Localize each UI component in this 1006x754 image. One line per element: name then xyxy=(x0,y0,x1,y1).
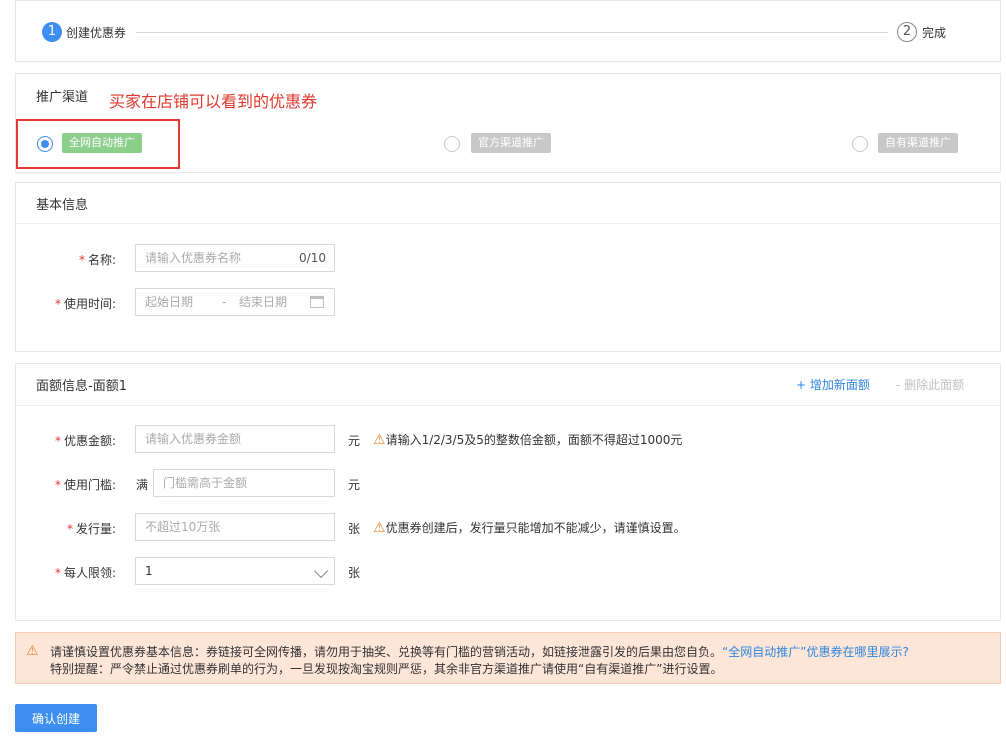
notice-banner: ⚠ 请谨慎设置优惠券基本信息：券链接可全网传播，请勿用于抽奖、兑换等有门槛的营销… xyxy=(15,632,1001,684)
time-label-text: 使用时间: xyxy=(63,297,116,311)
channel-title: 推广渠道 xyxy=(36,90,89,105)
step1-number: 1 xyxy=(42,22,62,42)
issue-label-text: 发行量: xyxy=(75,522,116,536)
amount-placeholder: 请输入优惠券金额 xyxy=(145,432,242,446)
calendar-icon xyxy=(310,296,324,308)
name-label: * 名称: xyxy=(78,253,116,267)
start-date-placeholder: 起始日期 xyxy=(145,295,194,309)
add-face-value-link[interactable]: + 增加新面额 xyxy=(796,376,870,393)
face-value-divider xyxy=(16,405,1000,406)
channel-radio-official[interactable] xyxy=(444,136,460,152)
step1-label: 创建优惠券 xyxy=(66,26,127,40)
name-placeholder: 请输入优惠券名称 xyxy=(145,251,242,265)
confirm-create-button[interactable]: 确认创建 xyxy=(15,704,97,732)
warning-icon: ⚠ xyxy=(373,432,386,448)
amount-hint-text: 请输入1/2/3/5及5的整数倍金额，面额不得超过1000元 xyxy=(385,433,683,447)
threshold-placeholder: 门槛需高于金额 xyxy=(163,476,248,490)
threshold-unit: 元 xyxy=(348,478,361,492)
limit-label: * 每人限领: xyxy=(54,566,116,580)
threshold-label-text: 使用门槛: xyxy=(63,478,116,492)
issue-unit: 张 xyxy=(348,522,361,536)
date-range-input[interactable]: 起始日期 - 结束日期 xyxy=(135,288,335,316)
basic-info-divider xyxy=(16,223,1000,224)
channel-radio-own[interactable] xyxy=(852,136,868,152)
limit-value: 1 xyxy=(145,564,153,578)
threshold-label: * 使用门槛: xyxy=(54,478,116,492)
limit-label-text: 每人限领: xyxy=(63,566,116,580)
face-value-title: 面额信息-面额1 xyxy=(36,379,127,394)
issue-hint-text: 优惠券创建后，发行量只能增加不能减少，请谨慎设置。 xyxy=(385,521,686,535)
limit-unit: 张 xyxy=(348,566,361,580)
issue-placeholder: 不超过10万张 xyxy=(145,520,221,534)
channel-chip-own[interactable]: 自有渠道推广 xyxy=(878,133,958,153)
warning-icon: ⚠ xyxy=(373,520,386,536)
basic-info-section: 基本信息 * 名称: 请输入优惠券名称 0/10 * 使用时间: 起始日期 - 结束… xyxy=(15,182,1001,352)
annotation-text: 买家在店铺可以看到的优惠券 xyxy=(109,92,318,111)
name-input[interactable]: 请输入优惠券名称 0/10 xyxy=(135,244,335,272)
name-label-text: 名称: xyxy=(87,253,116,267)
channel-section: 推广渠道 买家在店铺可以看到的优惠券 全网自动推广 官方渠道推广 自有渠道推广 xyxy=(15,73,1001,173)
end-date-placeholder: 结束日期 xyxy=(239,295,288,309)
channel-chip-auto[interactable]: 全网自动推广 xyxy=(62,133,142,153)
warning-icon: ⚠ xyxy=(26,643,39,659)
notice-line1-text: 请谨慎设置优惠券基本信息：券链接可全网传播，请勿用于抽奖、兑换等有门槛的营销活动… xyxy=(50,645,723,659)
delete-face-value-link[interactable]: - 删除此面额 xyxy=(896,376,964,393)
amount-label: * 优惠金额: xyxy=(54,434,116,448)
notice-line2: 特别提醒：严令禁止通过优惠券刷单的行为，一旦发现按淘宝规则严惩，其余非官方渠道推… xyxy=(50,662,723,676)
threshold-prefix: 满 xyxy=(136,478,149,492)
name-counter: 0/10 xyxy=(299,251,326,265)
amount-hint: ⚠请输入1/2/3/5及5的整数倍金额，面额不得超过1000元 xyxy=(373,431,682,448)
channel-radio-auto[interactable] xyxy=(37,136,53,152)
amount-label-text: 优惠金额: xyxy=(63,434,116,448)
auto-promo-help-link[interactable]: “全网自动推广”优惠券在哪里展示? xyxy=(722,645,909,659)
step2-number: 2 xyxy=(897,22,917,42)
channel-chip-official[interactable]: 官方渠道推广 xyxy=(471,133,551,153)
notice-line1: 请谨慎设置优惠券基本信息：券链接可全网传播，请勿用于抽奖、兑换等有门槛的营销活动… xyxy=(50,643,909,660)
time-label: * 使用时间: xyxy=(54,297,116,311)
step2-label: 完成 xyxy=(922,26,947,40)
step-connector xyxy=(136,32,888,33)
limit-select[interactable]: 1 xyxy=(135,557,335,585)
amount-unit: 元 xyxy=(348,434,361,448)
basic-info-title: 基本信息 xyxy=(36,198,89,213)
issue-label: * 发行量: xyxy=(66,522,116,536)
chevron-down-icon xyxy=(313,563,329,579)
date-separator: - xyxy=(222,295,227,309)
issue-input[interactable]: 不超过10万张 xyxy=(135,513,335,541)
amount-input[interactable]: 请输入优惠券金额 xyxy=(135,425,335,453)
steps-bar: 1 创建优惠券 2 完成 xyxy=(15,0,1001,62)
face-value-section: 面额信息-面额1 + 增加新面额 - 删除此面额 * 优惠金额: 请输入优惠券金额… xyxy=(15,363,1001,621)
issue-hint: ⚠优惠券创建后，发行量只能增加不能减少，请谨慎设置。 xyxy=(373,519,686,536)
threshold-input[interactable]: 门槛需高于金额 xyxy=(153,469,335,497)
